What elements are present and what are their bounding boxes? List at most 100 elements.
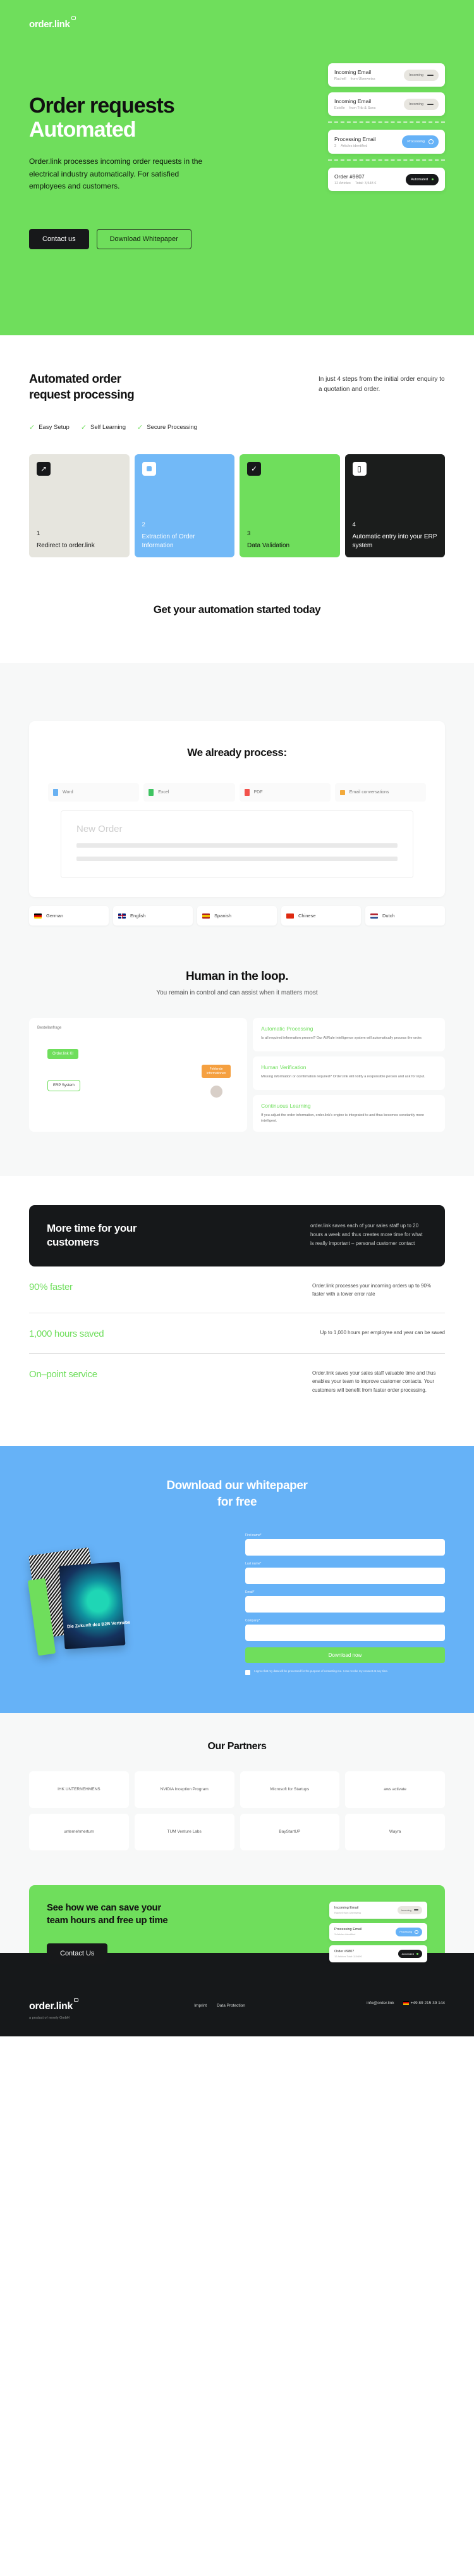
logo-text: order.link xyxy=(29,19,70,30)
value-section: More time for your customers order.link … xyxy=(0,1176,474,1446)
word-file-icon xyxy=(53,789,58,796)
check-item: ✓ Easy Setup xyxy=(29,423,70,431)
language-label: Spanish xyxy=(214,913,232,919)
status-badge: Processing xyxy=(402,135,439,148)
whitepaper-form: First name* Last name* Email* Company* D… xyxy=(245,1533,445,1675)
first-name-field[interactable] xyxy=(245,1539,445,1556)
email-card-title: Processing Email xyxy=(334,1928,362,1932)
envelope-icon xyxy=(339,790,345,795)
final-cta-cards: Incoming Email Rachell from Überweiss In… xyxy=(329,1901,427,1967)
order-card[interactable]: Order #9807 12 Articles Total: 3,548 € A… xyxy=(329,1945,427,1962)
process-step-2[interactable]: 2 Extraction of Order Information xyxy=(134,454,234,558)
language-item[interactable]: German xyxy=(29,906,109,926)
avatar xyxy=(210,1086,222,1098)
consent-row[interactable]: I agree that my data will be processed f… xyxy=(245,1669,445,1675)
check-item: ✓ Self Learning xyxy=(81,423,126,431)
flag-cn-icon xyxy=(286,913,294,919)
language-item[interactable]: Spanish xyxy=(197,906,277,926)
partner-logo: aws activate xyxy=(345,1771,445,1808)
divider xyxy=(328,159,445,161)
spinner-icon xyxy=(428,139,434,144)
email-card[interactable]: Processing Email 3 Articles identified P… xyxy=(329,1923,427,1941)
last-name-field[interactable] xyxy=(245,1567,445,1584)
file-type-label: Excel xyxy=(158,790,169,795)
footer-tagline: a product of nexely GmbH xyxy=(29,2016,70,2020)
step-label: Automatic entry into your ERP system xyxy=(352,533,437,549)
logo[interactable]: order.link xyxy=(29,16,76,30)
language-item[interactable]: English xyxy=(113,906,193,926)
language-label: German xyxy=(46,913,64,919)
email-label: Email* xyxy=(245,1590,255,1594)
check-icon: ✓ xyxy=(137,424,143,432)
feature-title: Automatic Processing xyxy=(261,1025,313,1032)
diagram-box: ERP System xyxy=(47,1080,80,1092)
download-whitepaper-button[interactable]: Download Whitepaper xyxy=(96,229,191,250)
email-card-title: Incoming Email xyxy=(334,1905,359,1910)
logo-mark-icon xyxy=(71,16,76,20)
email-card-sender: Rachell xyxy=(334,77,346,81)
status-badge: Automated xyxy=(398,1949,422,1958)
email-card-meta: Rachell from Überweiss xyxy=(334,1910,362,1914)
footer-link-privacy[interactable]: Data Protection xyxy=(217,2003,245,2008)
file-type-item[interactable]: Excel xyxy=(143,783,235,802)
file-type-item[interactable]: PDF xyxy=(239,783,331,802)
email-card-source: from Trib & Sons xyxy=(349,106,376,110)
footer-logo-text: order.link xyxy=(29,2000,73,2012)
status-badge-label: Incoming xyxy=(401,1908,411,1912)
formats-section: We already process: Word Excel PDF Email… xyxy=(0,663,474,970)
email-field[interactable] xyxy=(245,1595,445,1613)
book-cover-front xyxy=(59,1561,126,1649)
step-label: Data Validation xyxy=(247,542,290,549)
value-banner: More time for your customers order.link … xyxy=(29,1205,445,1266)
partner-logo: IHK UNTERNEHMENS xyxy=(29,1771,129,1808)
footer-logo[interactable]: order.link xyxy=(29,1998,79,2012)
process-step-1[interactable]: ↗ 1 Redirect to order.link xyxy=(29,454,130,558)
language-item[interactable]: Chinese xyxy=(281,906,361,926)
email-card[interactable]: Incoming Email Estelle from Trib & Sons … xyxy=(328,92,445,116)
footer-link-imprint[interactable]: Imprint xyxy=(194,2003,207,2008)
email-card[interactable]: Incoming Email Rachell from Überweiss In… xyxy=(329,1901,427,1919)
process-step-3[interactable]: ✓ 3 Data Validation xyxy=(240,454,340,558)
whitepaper-heading-line2: for free xyxy=(217,1495,257,1509)
company-field[interactable] xyxy=(245,1624,445,1641)
step-number: 4 xyxy=(352,521,356,529)
file-type-item[interactable]: Word xyxy=(48,783,140,802)
file-type-item[interactable]: Email conversations xyxy=(334,783,426,802)
stat-text: Up to 1,000 hours per employee and year … xyxy=(320,1329,445,1335)
hero-email-cards: Incoming Email Rachell from Überweiss In… xyxy=(328,63,445,197)
whitepaper-section: Download our whitepaper for free Die Zuk… xyxy=(0,1446,474,1713)
step-label: Extraction of Order Information xyxy=(142,533,195,549)
file-type-label: PDF xyxy=(253,790,263,795)
partner-logo: Wayra xyxy=(345,1813,445,1850)
order-mockup-title: New Order xyxy=(76,824,123,835)
email-card-sender: Estelle xyxy=(334,106,345,110)
flag-de-icon xyxy=(34,913,42,919)
contact-us-button[interactable]: Contact us xyxy=(29,229,89,250)
feature-title: Human Verification xyxy=(261,1064,307,1071)
language-item[interactable]: Dutch xyxy=(365,906,445,926)
last-name-label: Last name* xyxy=(245,1561,262,1566)
step-label: Redirect to order.link xyxy=(37,542,95,549)
order-card-title: Order #9807 xyxy=(334,173,365,180)
footer-email[interactable]: info@order.link xyxy=(367,2001,394,2005)
footer-contact: info@order.link +49 89 215 39 144 xyxy=(367,2001,445,2005)
pdf-file-icon xyxy=(244,789,250,796)
skeleton-line xyxy=(76,843,398,848)
flag-nl-icon xyxy=(370,913,378,919)
footer-phone[interactable]: +49 89 215 39 144 xyxy=(403,2001,445,2005)
order-card[interactable]: Order #9807 12 Articles Total: 3,548 € A… xyxy=(328,168,445,191)
email-card[interactable]: Incoming Email Rachell from Überweiss In… xyxy=(328,63,445,87)
formats-heading: We already process: xyxy=(187,746,287,759)
consent-checkbox[interactable] xyxy=(245,1669,250,1675)
status-badge-label: Automated xyxy=(410,177,428,182)
loop-feature-card: Continuous Learning If you adjust the or… xyxy=(253,1094,445,1132)
language-label: English xyxy=(130,913,146,919)
whitepaper-heading-line1: Download our whitepaper xyxy=(166,1479,308,1493)
process-step-4[interactable]: ▯ 4 Automatic entry into your ERP system xyxy=(344,454,445,558)
contact-us-button[interactable]: Contact Us xyxy=(47,1943,108,1964)
dot-icon xyxy=(416,1952,418,1955)
email-card[interactable]: Processing Email 3 Articles identified P… xyxy=(328,130,445,154)
download-now-button[interactable]: Download now xyxy=(245,1647,445,1663)
bar-icon xyxy=(414,1909,418,1911)
skeleton-line xyxy=(76,857,398,862)
